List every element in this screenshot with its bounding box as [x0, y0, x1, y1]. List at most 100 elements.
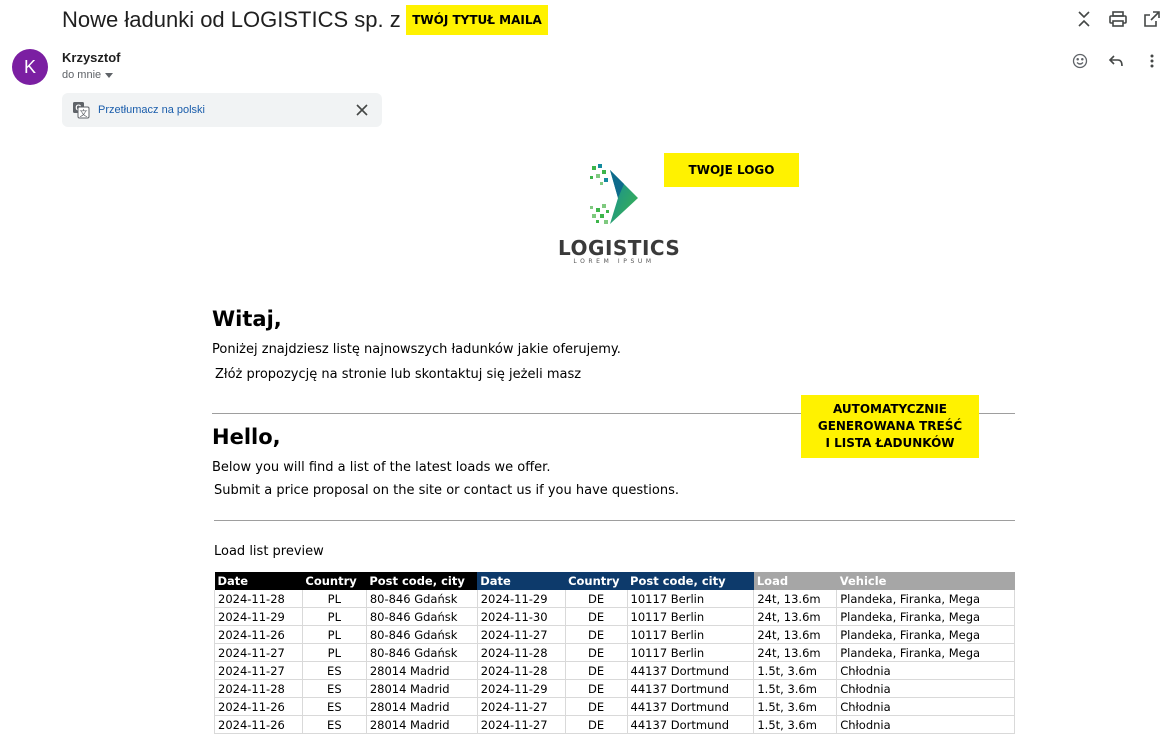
reply-icon[interactable]: [1105, 50, 1127, 72]
cell-unloading-date: 2024-11-28: [477, 661, 566, 680]
cell-unloading-place: 10117 Berlin: [627, 625, 755, 644]
chevron-down-icon: [105, 72, 114, 78]
column-header-unloading-date: Date: [477, 572, 566, 590]
content-annotation: AUTOMATYCZNIE GENEROWANA TREŚĆ I LISTA Ł…: [801, 395, 979, 458]
table-row: 2024-11-27 PL 80-846 Gdańsk 2024-11-28 DE 101…: [214, 643, 1015, 662]
recipient-label: do mnie: [62, 69, 102, 81]
table-header-row: Date Country Post code, city Date Countr…: [214, 572, 1015, 590]
cell-loading-date: 2024-11-27: [214, 643, 303, 662]
cell-unloading-country: DE: [565, 661, 628, 680]
cell-unloading-date: 2024-11-27: [477, 625, 566, 644]
cell-vehicle: Chłodnia: [836, 679, 1015, 698]
column-header-unloading-place: Post code, city: [627, 572, 754, 590]
logistics-logo-mark: [590, 164, 638, 224]
column-header-unloading-country: Country: [565, 572, 628, 590]
cell-loading-place: 80-846 Gdańsk: [366, 643, 478, 662]
cell-load: 24t, 13.6m: [753, 607, 838, 626]
cell-loading-place: 28014 Madrid: [366, 697, 478, 716]
cell-unloading-place: 44137 Dortmund: [627, 661, 755, 680]
content-annotation-line3: I LISTA ŁADUNKÓW: [825, 436, 955, 450]
cell-loading-date: 2024-11-28: [214, 679, 303, 698]
content-annotation-line1: AUTOMATYCZNIE: [832, 402, 947, 416]
email-subject: Nowe ładunki od LOGISTICS sp. z o.o.: [62, 7, 444, 32]
divider: [214, 520, 1015, 521]
cell-load: 1.5t, 3.6m: [753, 661, 838, 680]
cell-unloading-date: 2024-11-29: [477, 590, 566, 608]
sender-name[interactable]: Krzysztof: [62, 50, 121, 65]
column-header-loading-country: Country: [302, 572, 367, 590]
cell-unloading-country: DE: [565, 679, 628, 698]
cell-unloading-date: 2024-11-30: [477, 607, 566, 626]
cell-loading-place: 28014 Madrid: [366, 679, 478, 698]
cell-vehicle: Plandeka, Firanka, Mega: [836, 625, 1015, 644]
cell-loading-date: 2024-11-26: [214, 697, 303, 716]
cell-unloading-place: 10117 Berlin: [627, 590, 755, 608]
cell-loading-date: 2024-11-27: [214, 661, 303, 680]
svg-text:文: 文: [80, 108, 88, 118]
more-options-icon[interactable]: [1141, 50, 1163, 72]
cell-loading-place: 80-846 Gdańsk: [366, 590, 478, 608]
cell-loading-country: ES: [302, 679, 367, 698]
cell-unloading-date: 2024-11-28: [477, 643, 566, 662]
cell-loading-date: 2024-11-28: [214, 590, 303, 608]
cell-loading-place: 28014 Madrid: [366, 715, 478, 734]
table-row: 2024-11-26 ES 28014 Madrid 2024-11-27 DE 4413…: [214, 715, 1015, 734]
cell-unloading-country: DE: [565, 590, 628, 608]
cell-unloading-place: 44137 Dortmund: [627, 697, 755, 716]
greeting-pl: Witaj,: [212, 307, 282, 331]
cell-vehicle: Plandeka, Firanka, Mega: [836, 643, 1015, 662]
cell-unloading-country: DE: [565, 643, 628, 662]
intro-en-line2: Submit a price proposal on the site or c…: [214, 483, 679, 498]
column-header-load: Load: [753, 572, 837, 590]
cell-loading-date: 2024-11-26: [214, 625, 303, 644]
open-new-window-icon[interactable]: [1141, 8, 1163, 30]
cell-loading-country: PL: [302, 625, 367, 644]
cell-loading-country: PL: [302, 607, 367, 626]
table-row: 2024-11-27 ES 28014 Madrid 2024-11-28 DE 4413…: [214, 661, 1015, 680]
load-table: Date Country Post code, city Date Countr…: [214, 572, 1015, 734]
cell-load: 1.5t, 3.6m: [753, 715, 838, 734]
cell-loading-country: ES: [302, 697, 367, 716]
cell-loading-date: 2024-11-29: [214, 607, 303, 626]
cell-load: 1.5t, 3.6m: [753, 679, 838, 698]
greeting-en: Hello,: [212, 425, 281, 449]
cell-vehicle: Chłodnia: [836, 661, 1015, 680]
cell-loading-date: 2024-11-26: [214, 715, 303, 734]
cell-vehicle: Plandeka, Firanka, Mega: [836, 607, 1015, 626]
content-annotation-line2: GENEROWANA TREŚĆ: [817, 419, 963, 433]
cell-unloading-country: DE: [565, 697, 628, 716]
cell-unloading-place: 44137 Dortmund: [627, 679, 755, 698]
cell-unloading-date: 2024-11-29: [477, 679, 566, 698]
intro-en-line1: Below you will find a list of the latest…: [212, 460, 551, 475]
cell-vehicle: Chłodnia: [836, 697, 1015, 716]
cell-vehicle: Chłodnia: [836, 715, 1015, 734]
cell-vehicle: Plandeka, Firanka, Mega: [836, 590, 1015, 608]
emoji-reaction-icon[interactable]: [1069, 50, 1091, 72]
cell-loading-country: PL: [302, 643, 367, 662]
collapse-all-icon[interactable]: [1073, 8, 1095, 30]
table-row: 2024-11-29 PL 80-846 Gdańsk 2024-11-30 DE 101…: [214, 607, 1015, 626]
cell-unloading-country: DE: [565, 607, 628, 626]
translate-link[interactable]: Przetłumacz na polski: [98, 104, 205, 116]
cell-unloading-date: 2024-11-27: [477, 697, 566, 716]
close-icon[interactable]: [354, 102, 370, 118]
cell-unloading-country: DE: [565, 715, 628, 734]
cell-load: 24t, 13.6m: [753, 590, 838, 608]
intro-pl-line1: Poniżej znajdziesz listę najnowszych ład…: [212, 342, 621, 357]
top-toolbar: [1073, 8, 1163, 30]
recipient-details[interactable]: do mnie: [62, 69, 114, 81]
message-actions: [1069, 50, 1163, 72]
cell-load: 24t, 13.6m: [753, 643, 838, 662]
logo-tagline: LOREM IPSUM: [573, 258, 655, 265]
table-row: 2024-11-26 ES 28014 Madrid 2024-11-27 DE 4413…: [214, 697, 1015, 716]
cell-unloading-place: 10117 Berlin: [627, 643, 755, 662]
table-row: 2024-11-28 PL 80-846 Gdańsk 2024-11-29 DE 101…: [214, 590, 1015, 608]
column-header-loading-place: Post code, city: [366, 572, 478, 590]
logo-wordmark: LOGISTICS: [558, 236, 681, 260]
print-icon[interactable]: [1107, 8, 1129, 30]
cell-loading-country: PL: [302, 590, 367, 608]
cell-loading-country: ES: [302, 661, 367, 680]
cell-loading-place: 28014 Madrid: [366, 661, 478, 680]
cell-unloading-place: 10117 Berlin: [627, 607, 755, 626]
column-header-vehicle: Vehicle: [836, 572, 1015, 590]
